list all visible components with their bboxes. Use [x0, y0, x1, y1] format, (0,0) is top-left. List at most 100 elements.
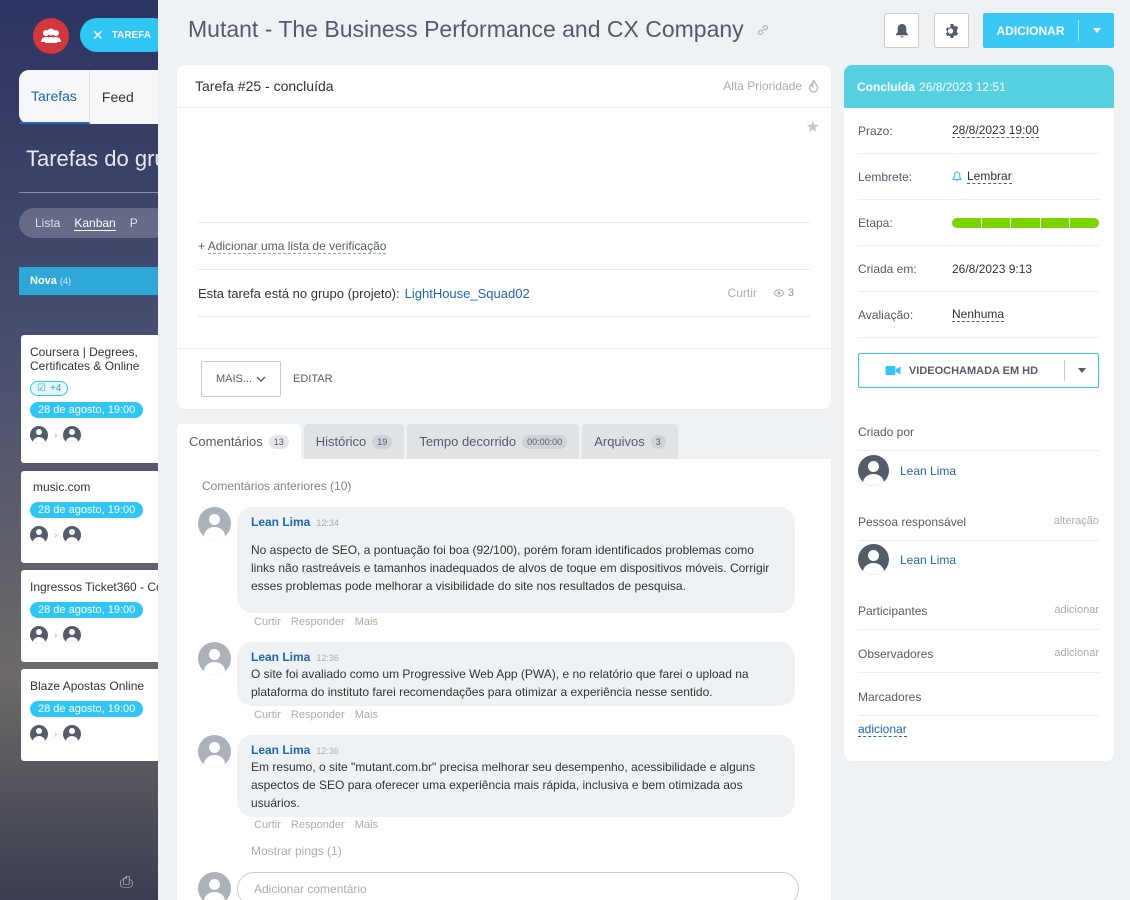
task-title: Tarefa #25 - concluída [195, 78, 334, 94]
priority-toggle[interactable]: Alta Prioridade [723, 79, 819, 93]
comment-author[interactable]: Lean Lima [251, 515, 310, 529]
add-checklist-link[interactable]: + Adicionar uma lista de verificação [198, 239, 387, 254]
created-by-person[interactable]: Lean Lima [858, 455, 956, 486]
reply-button[interactable]: Responder [291, 616, 345, 628]
comment-author[interactable]: Lean Lima [251, 650, 310, 664]
kanban-card-deadline: 28 de agosto, 19:00 [30, 602, 144, 618]
chevron-down-icon[interactable] [1065, 368, 1098, 373]
video-call-button[interactable]: VIDEOCHAMADA EM HD [858, 353, 1099, 388]
responsible-header: Pessoa responsável alteração [858, 515, 1099, 541]
like-button[interactable]: Curtir [728, 286, 757, 300]
divider [19, 192, 160, 193]
divider [198, 222, 810, 223]
reply-button[interactable]: Responder [291, 709, 345, 721]
avatar[interactable] [198, 507, 231, 540]
kanban-card[interactable]: Coursera | Degrees, Certificates & Onlin… [21, 335, 160, 463]
change-responsible-link[interactable]: alteração [1054, 515, 1099, 527]
eye-icon [773, 289, 785, 297]
avatar [858, 455, 889, 486]
avatar[interactable] [198, 735, 231, 768]
avatar [30, 725, 48, 743]
created-by-header: Criado por [858, 425, 1099, 451]
new-task-button[interactable]: ✕ TAREFA [80, 18, 160, 52]
group-label: Esta tarefa está no grupo (projeto): [198, 285, 400, 301]
like-button[interactable]: Curtir [254, 819, 281, 831]
printer-icon[interactable]: ⎙ [120, 874, 133, 892]
comment-author[interactable]: Lean Lima [251, 743, 310, 757]
avatar [63, 626, 82, 644]
avatar [198, 872, 231, 900]
comment-text: O site foi avaliado como um Progressive … [251, 667, 749, 699]
view-switcher: Lista Kanban P [19, 208, 160, 238]
stage-row: Etapa: [858, 200, 1099, 246]
gear-icon [945, 23, 958, 38]
comment-actions: Curtir Responder Mais [254, 819, 378, 831]
comment-more-button[interactable]: Mais [355, 819, 378, 831]
link-icon[interactable] [756, 23, 770, 37]
tab-time-elapsed[interactable]: Tempo decorrido 00:00:00 [407, 424, 580, 459]
tab-tarefas[interactable]: Tarefas [19, 70, 90, 124]
participants-header: Participantes adicionar [858, 604, 1099, 630]
show-pings-link[interactable]: Mostrar pings (1) [251, 844, 342, 858]
comment-text: No aspecto de SEO, a pontuação foi boa (… [251, 543, 770, 593]
group-icon [41, 28, 61, 43]
reminder-button[interactable]: Lembrar [952, 169, 1012, 184]
tab-feed[interactable]: Feed [90, 70, 146, 124]
count-badge: 13 [268, 434, 289, 449]
more-button[interactable]: MAIS... [201, 361, 281, 397]
rating-value[interactable]: Nenhuma [952, 307, 1005, 322]
task-card: Tarefa #25 - concluída Alta Prioridade ★… [177, 65, 831, 409]
kanban-card-people: › [30, 725, 160, 743]
comments-panel: Comentários anteriores (10) Lean Lima 12:… [177, 459, 831, 900]
settings-button[interactable] [934, 13, 969, 48]
stage-progress[interactable] [952, 217, 1099, 228]
chevron-down-icon [256, 376, 266, 382]
arrow-icon: › [54, 629, 58, 641]
comment-input[interactable] [237, 872, 799, 900]
flame-icon [808, 79, 819, 93]
views-counter: 3 [773, 287, 794, 299]
comment-more-button[interactable]: Mais [355, 709, 378, 721]
star-icon[interactable]: ★ [806, 117, 820, 137]
add-participant-link[interactable]: adicionar [1054, 604, 1099, 616]
chevron-down-icon[interactable] [1079, 28, 1114, 33]
add-button[interactable]: ADICIONAR [983, 13, 1114, 48]
comment-more-button[interactable]: Mais [355, 616, 378, 628]
task-header: Tarefa #25 - concluída Alta Prioridade [177, 65, 831, 108]
kanban-card-people: › [30, 426, 160, 444]
kanban-card[interactable]: Ingressos Ticket360 - Compra 28 de agost… [21, 570, 160, 662]
notifications-button[interactable] [884, 13, 919, 48]
deadline-row: Prazo: 28/8/2023 19:00 [858, 108, 1099, 154]
add-tag-link[interactable]: adicionar [858, 722, 907, 737]
kanban-card-title: Coursera | Degrees, Certificates & Onlin… [30, 345, 140, 373]
deadline-value[interactable]: 28/8/2023 19:00 [952, 123, 1039, 138]
add-observer-link[interactable]: adicionar [1054, 647, 1099, 659]
previous-comments-link[interactable]: Comentários anteriores (10) [202, 479, 351, 493]
kanban-card[interactable]: music.com 28 de agosto, 19:00 › [21, 471, 160, 563]
avatar [63, 426, 82, 444]
like-button[interactable]: Curtir [254, 616, 281, 628]
tags-header: Marcadores [858, 690, 1099, 716]
kanban-card[interactable]: Blaze Apostas Online 28 de agosto, 19:00… [21, 669, 160, 761]
tab-history[interactable]: Histórico 19 [303, 424, 405, 459]
like-button[interactable]: Curtir [254, 709, 281, 721]
view-kanban[interactable]: Kanban [74, 216, 116, 231]
group-link[interactable]: LightHouse_Squad02 [405, 286, 530, 301]
kanban-column-header: Nova (4) [19, 267, 160, 295]
view-list[interactable]: Lista [35, 216, 60, 230]
avatar[interactable] [198, 642, 231, 675]
edit-button[interactable]: EDITAR [293, 373, 333, 385]
comment-actions: Curtir Responder Mais [254, 709, 378, 721]
comment-time: 12:36 [316, 653, 339, 663]
arrow-icon: › [54, 728, 58, 740]
responsible-person[interactable]: Lean Lima [858, 544, 956, 575]
reply-button[interactable]: Responder [291, 819, 345, 831]
kanban-card-people: › [30, 626, 160, 644]
close-icon: ✕ [92, 26, 104, 43]
task-actions: MAIS... EDITAR [177, 348, 831, 409]
group-avatar[interactable] [33, 18, 69, 54]
tab-files[interactable]: Arquivos 3 [582, 424, 678, 459]
video-camera-icon [885, 366, 901, 375]
tab-comments[interactable]: Comentários 13 [177, 424, 301, 459]
view-other[interactable]: P [130, 216, 138, 230]
